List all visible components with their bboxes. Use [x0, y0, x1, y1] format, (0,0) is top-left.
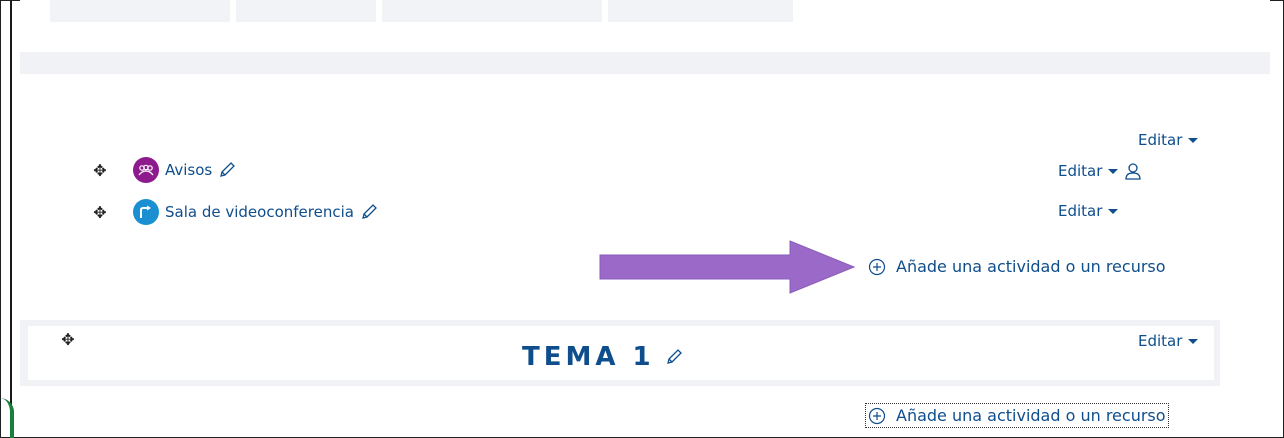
move-icon[interactable]: ✥	[92, 163, 108, 179]
activity-name[interactable]: Avisos	[165, 161, 212, 179]
highlight-arrow	[599, 240, 856, 294]
header-tab	[608, 0, 793, 22]
section-edit-menu[interactable]: Editar	[1138, 131, 1199, 149]
activity-edit-menu[interactable]: Editar	[1058, 162, 1142, 180]
url-glyph	[140, 205, 151, 218]
header-tab	[382, 0, 602, 22]
pencil-icon[interactable]	[218, 161, 236, 179]
add-activity-label: Añade una actividad o un recurso	[896, 257, 1166, 276]
caret-down-icon	[1188, 137, 1199, 143]
activity-edit-menu[interactable]: Editar	[1058, 202, 1119, 220]
caret-down-icon	[1108, 208, 1119, 214]
caret-down-icon	[1108, 168, 1119, 174]
topic-title: TEMA 1	[522, 342, 683, 372]
move-icon[interactable]: ✥	[60, 332, 76, 348]
course-header-strip	[20, 0, 1270, 53]
section-divider	[20, 52, 1270, 74]
edit-label: Editar	[1138, 131, 1183, 149]
pencil-icon[interactable]	[360, 203, 378, 221]
add-activity-link[interactable]: Añade una actividad o un recurso	[868, 257, 1166, 276]
add-activity-label: Añade una actividad o un recurso	[896, 406, 1166, 425]
edit-label: Editar	[1058, 162, 1103, 180]
forum-icon	[133, 157, 159, 183]
header-tab	[50, 0, 230, 22]
activity-avisos[interactable]: Avisos	[133, 157, 236, 183]
left-border	[10, 0, 12, 438]
forum-glyph	[138, 164, 154, 176]
logo-fragment	[0, 398, 14, 438]
header-tab	[236, 0, 376, 22]
url-icon	[133, 199, 159, 225]
caret-down-icon	[1188, 338, 1199, 344]
topic-title-text: TEMA 1	[522, 342, 655, 372]
edit-label: Editar	[1058, 202, 1103, 220]
activity-name[interactable]: Sala de videoconferencia	[165, 203, 354, 221]
add-activity-link[interactable]: Añade una actividad o un recurso	[865, 403, 1169, 428]
pencil-icon[interactable]	[665, 348, 683, 366]
user-icon[interactable]	[1124, 162, 1142, 180]
plus-circle-icon	[868, 407, 886, 424]
plus-circle-icon	[868, 258, 886, 275]
activity-videoconferencia[interactable]: Sala de videoconferencia	[133, 199, 378, 225]
topic-edit-menu[interactable]: Editar	[1138, 332, 1199, 350]
move-icon[interactable]: ✥	[92, 205, 108, 221]
edit-label: Editar	[1138, 332, 1183, 350]
